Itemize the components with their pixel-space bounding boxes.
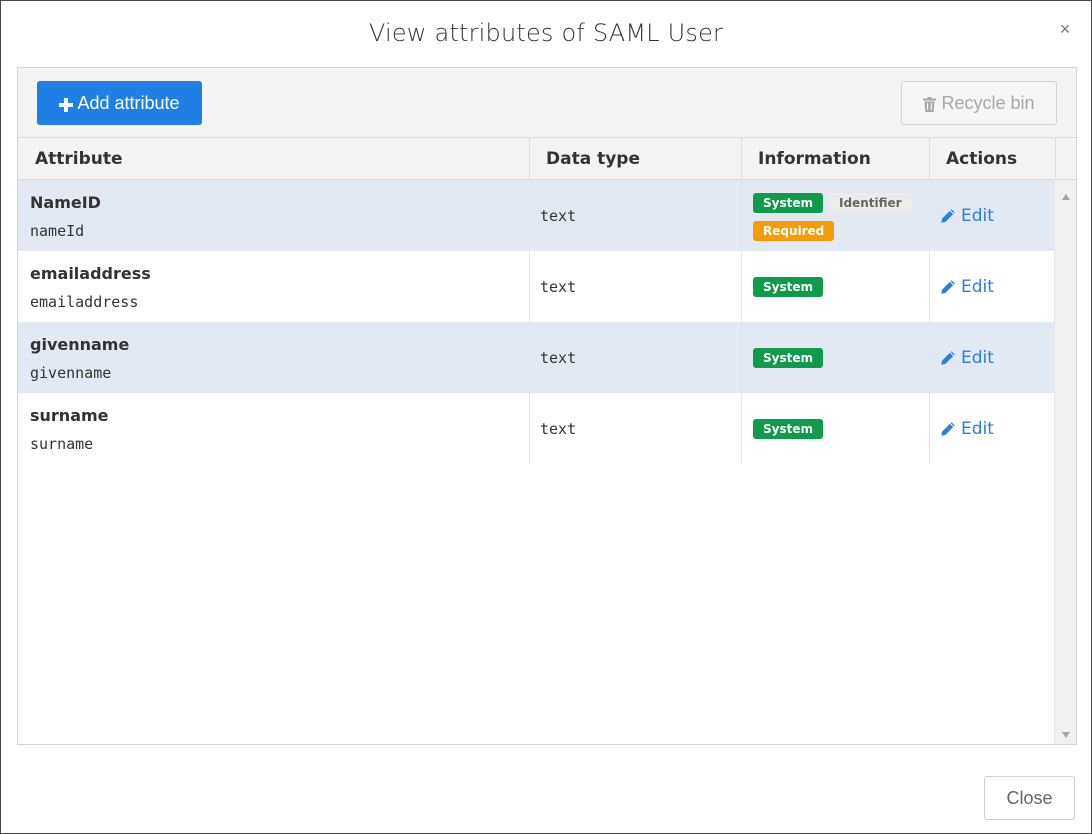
attribute-key: surname <box>30 435 94 453</box>
column-header-data-type[interactable]: Data type <box>530 138 742 180</box>
identifier-badge: Identifier <box>829 193 912 213</box>
data-type-cell: text <box>530 251 742 322</box>
information-cell: System Identifier Required <box>742 180 930 251</box>
data-type: text <box>540 206 577 225</box>
data-type: text <box>540 277 577 296</box>
pencil-icon <box>940 350 956 366</box>
actions-cell: Edit <box>930 322 1054 393</box>
data-type-cell: text <box>530 180 742 251</box>
badge-group: System <box>753 277 923 297</box>
dialog-title: View attributes of SAML User <box>368 19 724 47</box>
column-header-actions: Actions <box>930 138 1056 180</box>
data-type-cell: text <box>530 393 742 464</box>
edit-label: Edit <box>961 205 994 226</box>
edit-label: Edit <box>961 276 994 297</box>
data-type: text <box>540 419 577 438</box>
table-header: Attribute Data type Information Actions <box>18 138 1076 180</box>
scroll-up-arrow-icon[interactable] <box>1061 188 1071 200</box>
data-type: text <box>540 348 577 367</box>
edit-label: Edit <box>961 418 994 439</box>
close-button[interactable]: Close <box>984 776 1075 820</box>
scroll-down-arrow-icon[interactable] <box>1061 726 1071 738</box>
trash-icon <box>923 96 937 112</box>
attribute-cell: emailaddress emailaddress <box>18 251 530 322</box>
attribute-name: surname <box>30 406 109 425</box>
attributes-dialog: View attributes of SAML User × Add attri… <box>0 0 1092 834</box>
edit-link[interactable]: Edit <box>940 206 994 226</box>
system-badge: System <box>753 193 823 213</box>
system-badge: System <box>753 348 823 368</box>
information-cell: System <box>742 322 930 393</box>
pencil-icon <box>940 208 956 224</box>
badge-group: System <box>753 419 923 439</box>
table-row: NameID nameId text System Identifier Req… <box>18 180 1054 251</box>
add-attribute-label: Add attribute <box>77 92 180 113</box>
add-attribute-button[interactable]: Add attribute <box>37 81 202 125</box>
attribute-key: givenname <box>30 364 112 382</box>
edit-link[interactable]: Edit <box>940 419 994 439</box>
plus-icon <box>59 96 74 112</box>
column-header-attribute[interactable]: Attribute <box>18 138 530 180</box>
table-body: NameID nameId text System Identifier Req… <box>18 180 1054 744</box>
attribute-name: givenname <box>30 335 130 354</box>
edit-label: Edit <box>961 347 994 368</box>
system-badge: System <box>753 419 823 439</box>
system-badge: System <box>753 277 823 297</box>
vertical-scrollbar[interactable] <box>1054 180 1076 744</box>
edit-link[interactable]: Edit <box>940 348 994 368</box>
attribute-cell: surname surname <box>18 393 530 464</box>
pencil-icon <box>940 421 956 437</box>
attribute-cell: givenname givenname <box>18 322 530 393</box>
attribute-key: emailaddress <box>30 293 139 311</box>
table-row: emailaddress emailaddress text System Ed… <box>18 251 1054 322</box>
badge-group: System <box>753 348 923 368</box>
close-icon[interactable]: × <box>1057 20 1073 38</box>
attribute-name: emailaddress <box>30 264 151 283</box>
attribute-cell: NameID nameId <box>18 180 530 251</box>
recycle-bin-label: Recycle bin <box>941 92 1035 113</box>
badge-group: System Identifier Required <box>753 193 923 241</box>
attributes-panel: Add attribute Recycle bin Attribute Data… <box>17 67 1077 745</box>
recycle-bin-button[interactable]: Recycle bin <box>901 81 1057 125</box>
table-row: surname surname text System Edit <box>18 393 1054 464</box>
information-cell: System <box>742 393 930 464</box>
actions-cell: Edit <box>930 251 1054 322</box>
column-header-information[interactable]: Information <box>742 138 930 180</box>
table-row: givenname givenname text System Edit <box>18 322 1054 393</box>
data-type-cell: text <box>530 322 742 393</box>
actions-cell: Edit <box>930 180 1054 251</box>
toolbar: Add attribute Recycle bin <box>18 68 1076 138</box>
edit-link[interactable]: Edit <box>940 277 994 297</box>
attribute-name: NameID <box>30 193 101 212</box>
actions-cell: Edit <box>930 393 1054 464</box>
information-cell: System <box>742 251 930 322</box>
required-badge: Required <box>753 221 835 241</box>
pencil-icon <box>940 279 956 295</box>
attribute-key: nameId <box>30 222 85 240</box>
